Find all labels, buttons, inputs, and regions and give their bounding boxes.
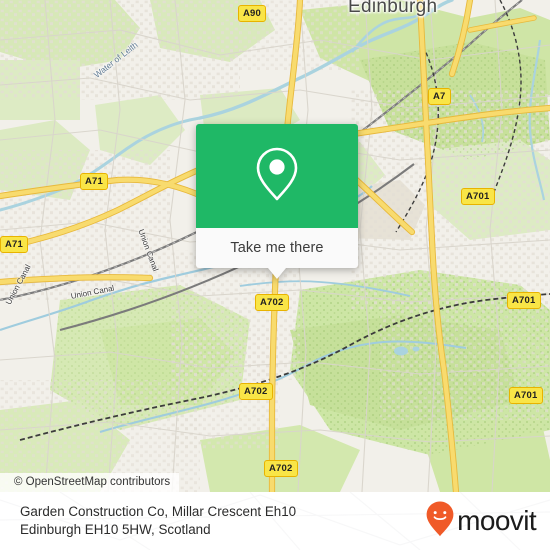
road-shield-a71-1[interactable]: A71 — [80, 173, 109, 190]
address-line-2: Edinburgh EH10 5HW, Scotland — [20, 522, 211, 537]
map-canvas[interactable]: Edinburgh Water of Leith Union Canal Uni… — [0, 0, 550, 492]
map-pin-icon — [254, 145, 300, 208]
road-shield-a701-3[interactable]: A701 — [509, 387, 543, 404]
road-shield-a702-3[interactable]: A702 — [264, 460, 298, 477]
moovit-pin-smiley-icon — [425, 500, 455, 543]
moovit-wordmark: moovit — [457, 505, 536, 536]
location-callout-card[interactable]: Take me there — [196, 124, 358, 279]
moovit-map-share-card: Edinburgh Water of Leith Union Canal Uni… — [0, 0, 550, 550]
footer-bar: Garden Construction Co, Millar Crescent … — [0, 492, 550, 550]
road-shield-a7[interactable]: A7 — [428, 88, 451, 105]
callout-pin-panel — [196, 124, 358, 228]
address-line-1: Garden Construction Co, Millar Crescent … — [20, 503, 297, 519]
callout-pointer-tail — [268, 268, 286, 279]
take-me-there-button[interactable]: Take me there — [196, 228, 358, 268]
moovit-brand[interactable]: moovit — [425, 500, 537, 543]
address-block: Garden Construction Co, Millar Crescent … — [20, 503, 296, 540]
take-me-there-label: Take me there — [230, 240, 324, 256]
road-shield-a701-1[interactable]: A701 — [461, 188, 495, 205]
map-label-city: Edinburgh — [348, 0, 438, 17]
road-shield-a701-2[interactable]: A701 — [507, 292, 541, 309]
road-shield-a702-1[interactable]: A702 — [255, 294, 289, 311]
road-shield-a702-2[interactable]: A702 — [239, 383, 273, 400]
road-shield-a71-2[interactable]: A71 — [0, 236, 29, 253]
road-shield-a90[interactable]: A90 — [238, 5, 267, 22]
osm-attribution[interactable]: © OpenStreetMap contributors — [0, 473, 180, 492]
